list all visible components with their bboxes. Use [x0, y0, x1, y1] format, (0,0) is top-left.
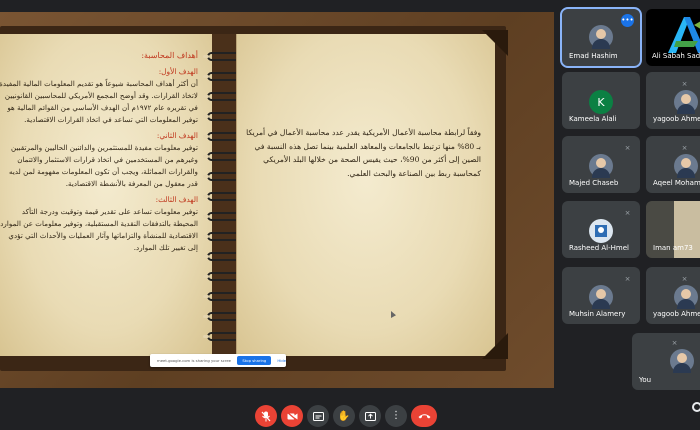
page-corner-bottom — [482, 333, 508, 359]
avatar — [589, 219, 613, 243]
mic-off-icon: ⨯ — [671, 339, 678, 347]
section-text-2: توفير معلومات مفيدة للمستثمرين والدائنين… — [9, 143, 198, 188]
hang-up-icon — [418, 414, 430, 419]
stop-sharing-button[interactable]: Stop sharing — [237, 356, 272, 365]
section-title-3: الهدف الثالث: — [155, 195, 198, 204]
logo-icon — [668, 17, 700, 53]
participant-name: Emad Hashim — [569, 52, 618, 60]
section-text-3: توفير معلومات تساعد على تقدير قيمة وتوقي… — [0, 207, 198, 252]
participant-name: Aqeel Moham — [653, 179, 700, 187]
microphone-off-icon — [261, 411, 271, 421]
mic-off-icon: ⨯ — [681, 275, 688, 283]
avatar — [589, 154, 613, 178]
participant-tile-aqeel[interactable]: ⨯ Aqeel Moham — [646, 136, 700, 193]
right-page-text: وفقاً لرابطة محاسبة الأعمال الأمريكية يق… — [246, 128, 481, 178]
participant-name: You — [639, 376, 652, 384]
participant-tile-iman[interactable]: Iman am73 — [646, 201, 700, 258]
mic-off-icon: ⨯ — [624, 275, 631, 283]
participant-tile-you[interactable]: ⨯ You — [632, 333, 700, 390]
captions-icon — [312, 411, 324, 421]
share-banner-message: meet.google.com is sharing your screen. — [157, 358, 232, 363]
mic-off-icon: ⨯ — [681, 144, 688, 152]
left-page-text: أهداف المحاسبة: الهدف الأول: أن أكثر أهد… — [0, 50, 198, 256]
more-vertical-icon: ⋮ — [391, 410, 401, 421]
participant-name: Ali Sabah Sade — [652, 52, 700, 60]
participant-tile-rasheed[interactable]: ⨯ Rasheed Al-Hmel — [562, 201, 640, 258]
mic-off-icon: ⨯ — [624, 209, 631, 217]
participant-name: Muhsin Alamery — [569, 310, 626, 318]
section-text-1: أن أكثر أهداف المحاسبة شيوعاً هو تقديم ا… — [0, 79, 198, 124]
avatar — [674, 285, 698, 309]
present-button[interactable] — [359, 405, 381, 427]
participant-name: Kameela Alali — [569, 115, 617, 123]
raise-hand-button[interactable]: ✋ — [333, 405, 355, 427]
present-screen-icon — [364, 411, 376, 421]
page-corner-top — [482, 30, 508, 56]
notebook-right-page: وفقاً لرابطة محاسبة الأعمال الأمريكية يق… — [236, 34, 495, 356]
hide-banner-button[interactable]: Hide — [277, 358, 286, 363]
participant-tile-yagoob[interactable]: ⨯ yagoob Ahme — [646, 72, 700, 129]
raise-hand-icon: ✋ — [337, 410, 351, 422]
person-icon — [595, 225, 607, 237]
mic-toggle-button[interactable] — [255, 405, 277, 427]
avatar: K — [589, 90, 613, 114]
more-options-button[interactable]: ⋮ — [385, 405, 407, 427]
participant-name: Majed Chaseb — [569, 179, 619, 187]
leave-call-button[interactable] — [411, 405, 437, 427]
screen-share-banner: meet.google.com is sharing your screen. … — [150, 354, 286, 367]
participant-name: Iman am73 — [653, 244, 693, 252]
avatar — [674, 154, 698, 178]
mic-off-icon: ⨯ — [624, 144, 631, 152]
camera-toggle-button[interactable] — [281, 405, 303, 427]
participant-name: Rasheed Al-Hmel — [569, 244, 629, 252]
participant-tile-majed[interactable]: ⨯ Majed Chaseb — [562, 136, 640, 193]
avatar — [670, 349, 694, 373]
left-page-heading: أهداف المحاسبة: — [141, 51, 198, 60]
participant-tile-yagoob-2[interactable]: ⨯ yagoob Ahme — [646, 267, 700, 324]
more-options-icon[interactable]: ••• — [621, 14, 634, 27]
section-title-1: الهدف الأول: — [158, 67, 198, 76]
avatar — [674, 90, 698, 114]
participant-name: yagoob Ahme — [653, 115, 700, 123]
participant-tile-muhsin[interactable]: ⨯ Muhsin Alamery — [562, 267, 640, 324]
captions-button[interactable] — [307, 405, 329, 427]
camera-off-icon — [286, 411, 297, 421]
participant-tile-kameela[interactable]: K Kameela Alali — [562, 72, 640, 129]
avatar — [589, 25, 613, 49]
mic-off-icon: ⨯ — [681, 80, 688, 88]
participant-name: yagoob Ahme — [653, 310, 700, 318]
info-icon[interactable] — [692, 402, 700, 412]
participant-tile-ali[interactable]: Ali Sabah Sade — [646, 9, 700, 66]
participant-tile-emad[interactable]: ••• Emad Hashim — [560, 7, 642, 68]
notebook-left-page: أهداف المحاسبة: الهدف الأول: أن أكثر أهد… — [0, 34, 213, 356]
section-title-2: الهدف الثاني: — [156, 131, 198, 140]
avatar — [589, 285, 613, 309]
